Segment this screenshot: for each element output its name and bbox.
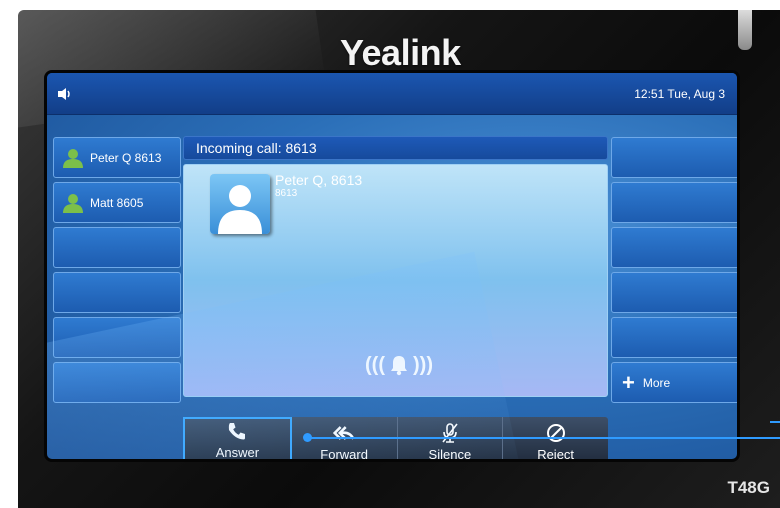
ringing-indicator: ((( ))) bbox=[344, 351, 454, 379]
brand-logo: Yealink bbox=[340, 32, 461, 73]
softkey-bar: Answer Forward Silence Reject bbox=[183, 417, 608, 462]
bell-icon bbox=[391, 356, 407, 376]
phone-screen: 12:51 Tue, Aug 3 Peter Q 8613 Matt 8605 bbox=[44, 70, 740, 462]
line-key-empty[interactable] bbox=[611, 317, 737, 358]
status-bar: 12:51 Tue, Aug 3 bbox=[47, 73, 737, 115]
reject-label: Reject bbox=[537, 447, 575, 462]
more-button[interactable]: + More bbox=[611, 362, 737, 403]
line-key-peter[interactable]: Peter Q 8613 bbox=[53, 137, 181, 178]
callout-dot bbox=[303, 433, 312, 442]
model-label: T48G bbox=[727, 478, 770, 497]
contact-icon bbox=[63, 193, 83, 213]
incoming-call-header: Incoming call: 8613 bbox=[183, 136, 608, 160]
line-key-empty[interactable] bbox=[53, 227, 181, 268]
caller-name: Peter Q, 8613 bbox=[275, 172, 363, 188]
plus-icon: + bbox=[622, 369, 635, 395]
incoming-call-panel: Peter Q, 8613 8613 ((( ))) bbox=[183, 164, 608, 397]
reject-button[interactable]: Reject bbox=[503, 417, 608, 462]
line-key-empty[interactable] bbox=[53, 362, 181, 403]
more-label: More bbox=[642, 375, 671, 390]
reject-icon bbox=[546, 424, 565, 442]
line-key-label: Matt 8605 bbox=[90, 195, 144, 210]
speaker-icon bbox=[58, 88, 70, 100]
ring-waves-right-icon: ))) bbox=[413, 353, 433, 376]
forward-label: Forward bbox=[320, 447, 368, 462]
phone-icon bbox=[229, 423, 246, 440]
line-key-empty[interactable] bbox=[611, 272, 737, 313]
callout-line bbox=[305, 437, 780, 439]
silence-label: Silence bbox=[428, 447, 472, 462]
forward-icon bbox=[333, 426, 355, 440]
clock: 12:51 Tue, Aug 3 bbox=[634, 87, 725, 101]
line-key-label: Peter Q 8613 bbox=[90, 150, 162, 165]
ring-waves-left-icon: ((( bbox=[365, 353, 385, 376]
caller-number: 8613 bbox=[275, 188, 298, 199]
line-key-empty[interactable] bbox=[611, 227, 737, 268]
line-key-empty[interactable] bbox=[53, 317, 181, 358]
callout-end bbox=[770, 421, 780, 438]
contact-icon bbox=[63, 148, 83, 168]
answer-button[interactable]: Answer bbox=[183, 417, 292, 460]
line-key-empty[interactable] bbox=[53, 272, 181, 313]
contact-avatar-icon bbox=[210, 174, 270, 234]
left-line-keys: Peter Q 8613 Matt 8605 bbox=[53, 137, 181, 407]
handset-hook bbox=[738, 10, 752, 50]
right-line-keys: + More bbox=[611, 137, 737, 407]
line-key-empty[interactable] bbox=[611, 182, 737, 223]
line-key-matt[interactable]: Matt 8605 bbox=[53, 182, 181, 223]
line-key-empty[interactable] bbox=[611, 137, 737, 178]
mute-icon bbox=[442, 423, 458, 443]
silence-button[interactable]: Silence bbox=[398, 417, 504, 462]
answer-label: Answer bbox=[215, 445, 260, 460]
